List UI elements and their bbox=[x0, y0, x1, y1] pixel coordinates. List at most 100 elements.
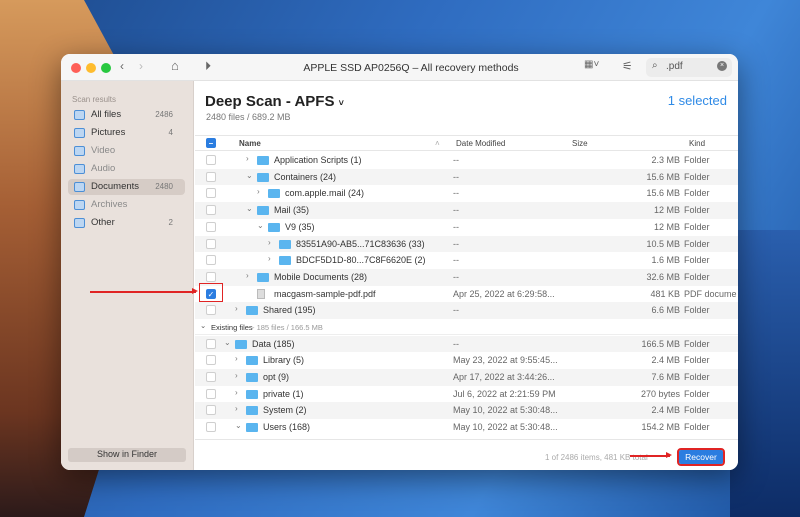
row-checkbox[interactable] bbox=[206, 271, 216, 282]
sidebar-item-documents[interactable]: Documents 2480 bbox=[68, 179, 185, 195]
chevron-down-icon[interactable]: ⌄ bbox=[224, 338, 231, 347]
table-row[interactable]: › Library (5) May 23, 2022 at 9:55:45... 2.… bbox=[195, 352, 738, 369]
row-checkbox[interactable] bbox=[206, 221, 216, 232]
column-size[interactable]: Size bbox=[572, 139, 588, 148]
select-all-checkbox[interactable]: – bbox=[206, 138, 216, 148]
row-checkbox[interactable] bbox=[206, 255, 216, 266]
sidebar-item-all-files[interactable]: All files 2486 bbox=[68, 107, 185, 123]
row-date: -- bbox=[453, 205, 459, 216]
play-icon[interactable]: ⏵ bbox=[205, 59, 211, 74]
row-checkbox[interactable] bbox=[206, 171, 216, 182]
row-kind: Folder bbox=[684, 238, 710, 249]
table-row[interactable]: › Shared (195) -- 6.6 MB Folder bbox=[195, 302, 738, 319]
chevron-right-icon[interactable]: › bbox=[235, 404, 238, 413]
minimize-button[interactable] bbox=[86, 63, 96, 73]
column-header: – Name ˄ Date Modified Size Kind bbox=[195, 135, 738, 151]
table-row[interactable]: › private (1) Jul 6, 2022 at 2:21:59 PM 270… bbox=[195, 386, 738, 403]
row-checkbox[interactable] bbox=[206, 388, 216, 399]
sidebar-item-archives[interactable]: Archives bbox=[68, 197, 185, 213]
table-row[interactable]: ⌄ Data (185) -- 166.5 MB Folder bbox=[195, 335, 738, 353]
row-checkbox[interactable] bbox=[206, 371, 216, 382]
chevron-right-icon[interactable]: › bbox=[235, 388, 238, 397]
row-checkbox[interactable] bbox=[206, 405, 216, 416]
row-checkbox[interactable] bbox=[206, 205, 216, 216]
row-kind: Folder bbox=[684, 155, 710, 165]
folder-icon bbox=[246, 356, 258, 366]
chevron-down-icon[interactable]: ⌄ bbox=[200, 321, 206, 330]
table-row[interactable]: ⌄ Mail (35) -- 12 MB Folder bbox=[195, 202, 738, 219]
sidebar-item-audio[interactable]: Audio bbox=[68, 161, 185, 177]
sidebar-item-label: Archives bbox=[91, 199, 128, 210]
table-row[interactable]: › BDCF5D1D-80...7C8F6620E (2) -- 1.6 MB Fold… bbox=[195, 252, 738, 269]
scan-summary: 2480 files / 689.2 MB bbox=[206, 112, 291, 122]
table-row[interactable]: ⌄ Users (168) May 10, 2022 at 5:30:48... 15… bbox=[195, 419, 738, 436]
clear-search-icon[interactable]: × bbox=[717, 61, 727, 71]
chevron-right-icon[interactable]: › bbox=[268, 238, 271, 247]
row-checkbox[interactable] bbox=[206, 422, 216, 432]
row-kind: Folder bbox=[684, 405, 710, 416]
chevron-down-icon[interactable]: ⌄ bbox=[257, 221, 264, 230]
show-in-finder-button[interactable]: Show in Finder bbox=[68, 448, 186, 462]
existing-files-section[interactable]: ⌄ Existing files - 185 files / 166.5 MB bbox=[195, 320, 738, 335]
close-button[interactable] bbox=[71, 63, 81, 73]
row-size: 1.6 MB bbox=[651, 255, 680, 266]
row-date: -- bbox=[453, 255, 459, 266]
row-date: -- bbox=[453, 188, 459, 199]
recover-button[interactable]: Recover bbox=[677, 448, 725, 466]
chevron-right-icon[interactable]: › bbox=[235, 354, 238, 363]
sidebar-item-other[interactable]: Other 2 bbox=[68, 215, 185, 231]
row-checkbox[interactable] bbox=[206, 305, 216, 316]
row-date: Jul 6, 2022 at 2:21:59 PM bbox=[453, 388, 556, 399]
home-icon[interactable]: ⌂ bbox=[171, 58, 179, 73]
row-size: 12 MB bbox=[653, 221, 680, 232]
table-row[interactable]: ⌄ Containers (24) -- 15.6 MB Folder bbox=[195, 168, 738, 186]
chevron-right-icon[interactable]: › bbox=[268, 254, 271, 263]
table-row[interactable]: › 83551A90-AB5...71C83636 (33) -- 10.5 MB Fo… bbox=[195, 235, 738, 253]
row-checkbox[interactable] bbox=[206, 338, 216, 349]
chevron-right-icon[interactable]: › bbox=[257, 187, 260, 196]
row-kind: Folder bbox=[684, 255, 710, 266]
column-date[interactable]: Date Modified bbox=[456, 139, 505, 148]
table-row[interactable]: › opt (9) Apr 17, 2022 at 3:44:26... 7.6 MB… bbox=[195, 368, 738, 386]
forward-icon[interactable]: › bbox=[139, 59, 143, 73]
row-size: 154.2 MB bbox=[641, 422, 680, 432]
folder-icon bbox=[279, 256, 291, 266]
table-row[interactable]: › System (2) May 10, 2022 at 5:30:48... 2.4… bbox=[195, 402, 738, 419]
sidebar-item-count: 2480 bbox=[155, 182, 173, 191]
scan-title-dropdown[interactable]: Deep Scan - APFS ˅ bbox=[205, 93, 344, 110]
sidebar-item-pictures[interactable]: Pictures 4 bbox=[68, 125, 185, 141]
title-bar: ‹ › ⌂ ⏵ APPLE SSD AP0256Q – All recovery… bbox=[61, 54, 738, 81]
row-checkbox[interactable] bbox=[206, 355, 216, 366]
filter-icon[interactable]: ⚟ bbox=[622, 59, 633, 73]
column-kind[interactable]: Kind bbox=[689, 139, 705, 148]
folder-icon bbox=[257, 172, 269, 182]
folder-icon bbox=[257, 156, 269, 165]
zoom-button[interactable] bbox=[101, 63, 111, 73]
view-menu-icon[interactable]: ▦˅ bbox=[584, 59, 599, 70]
chevron-right-icon[interactable]: › bbox=[246, 154, 249, 163]
table-row[interactable]: › Application Scripts (1) -- 2.3 MB Folder bbox=[195, 152, 738, 169]
row-checkbox[interactable] bbox=[206, 188, 216, 199]
table-row[interactable]: › com.apple.mail (24) -- 15.6 MB Folder bbox=[195, 185, 738, 202]
document-icon bbox=[257, 288, 265, 299]
column-name[interactable]: Name bbox=[239, 139, 261, 148]
sidebar-item-video[interactable]: Video bbox=[68, 143, 185, 159]
chevron-down-icon[interactable]: ⌄ bbox=[235, 421, 242, 430]
chevron-down-icon[interactable]: ⌄ bbox=[246, 204, 253, 213]
sidebar-item-label: Other bbox=[91, 217, 115, 228]
chevron-right-icon[interactable]: › bbox=[235, 304, 238, 313]
window-title: APPLE SSD AP0256Q – All recovery methods bbox=[303, 62, 519, 74]
chevron-right-icon[interactable]: › bbox=[235, 371, 238, 380]
back-icon[interactable]: ‹ bbox=[120, 59, 124, 73]
table-row[interactable]: ⌄ V9 (35) -- 12 MB Folder bbox=[195, 219, 738, 236]
row-checkbox[interactable] bbox=[206, 155, 216, 165]
row-name: BDCF5D1D-80...7C8F6620E (2) bbox=[296, 255, 426, 266]
chevron-right-icon[interactable]: › bbox=[246, 271, 249, 280]
table-row[interactable]: › Mobile Documents (28) -- 32.6 MB Folder bbox=[195, 268, 738, 286]
chevron-down-icon[interactable]: ⌄ bbox=[246, 171, 253, 180]
search-input[interactable]: ⌕ .pdf × bbox=[646, 58, 732, 77]
row-name: Application Scripts (1) bbox=[274, 155, 362, 165]
table-row[interactable]: ✓ macgasm-sample-pdf.pdf Apr 25, 2022 at 6… bbox=[195, 286, 738, 303]
all-files-icon bbox=[74, 110, 85, 120]
row-checkbox[interactable] bbox=[206, 238, 216, 249]
